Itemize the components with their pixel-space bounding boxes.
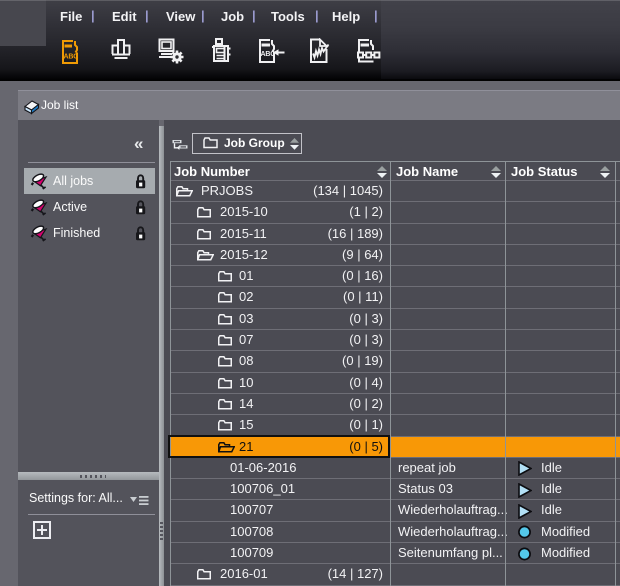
svg-text:ABC: ABC bbox=[64, 54, 79, 61]
svg-text:ABC: ABC bbox=[261, 51, 276, 58]
